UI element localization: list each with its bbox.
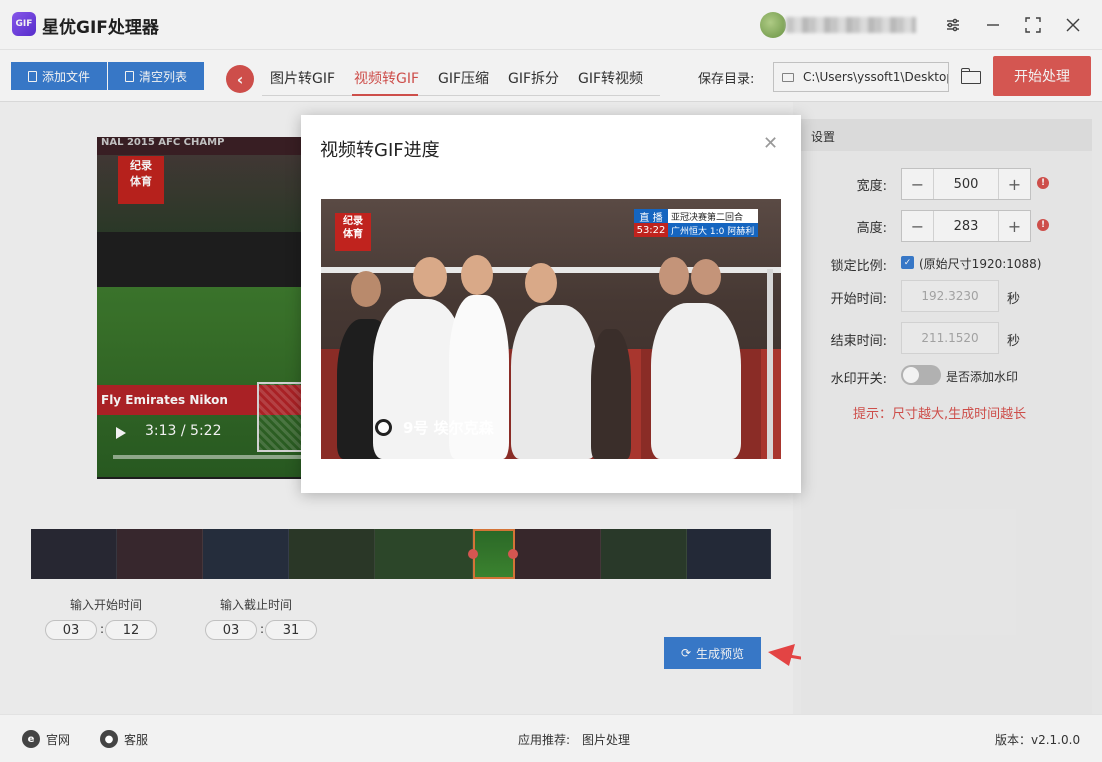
broadcaster-logo: 纪录 体育 (118, 156, 164, 204)
timeline-start-handle[interactable] (468, 549, 478, 559)
width-plus-button[interactable]: + (998, 169, 1030, 199)
website-icon[interactable]: e (22, 730, 40, 748)
gif-preview: 纪录 体育 直 播 53:22 亚冠决赛第二回合 广州恒大 1:0 阿赫利 9号… (321, 199, 781, 459)
dialog-close-icon[interactable]: ✕ (763, 133, 778, 154)
app-logo-icon: GIF (12, 12, 36, 36)
frame-timeline[interactable] (31, 529, 771, 579)
start-minute-input[interactable]: 03 (45, 620, 97, 640)
start-time-setting-label: 开始时间: (830, 292, 887, 307)
support-icon[interactable]: ● (100, 730, 118, 748)
lock-ratio-checkbox[interactable]: ✓ (901, 256, 914, 269)
height-warning-icon: ! (1037, 219, 1049, 231)
height-stepper[interactable]: − 283 + (901, 210, 1031, 242)
blurred-username (786, 17, 916, 33)
video-time: 3:13 / 5:22 (145, 423, 222, 439)
tab-video-to-gif[interactable]: 视频转GIF (354, 68, 419, 88)
settings-panel: 设置 宽度: − 500 + ! 高度: − 283 + ! 锁定比例: ✓ (… (801, 119, 1092, 714)
title-bar: GIF 星优GIF处理器 (0, 0, 1102, 50)
height-minus-button[interactable]: − (902, 211, 934, 241)
start-processing-button[interactable]: 开始处理 (993, 56, 1091, 96)
start-time-field[interactable]: 192.3230 (901, 280, 999, 312)
video-top-banner: NAL 2015 AFC CHAMP (97, 137, 317, 155)
add-file-button[interactable]: 添加文件 (11, 62, 107, 90)
video-player[interactable]: NAL 2015 AFC CHAMP Fly Emirates Nikon 纪录… (97, 137, 317, 479)
width-label: 宽度: (856, 179, 887, 194)
timeline-end-handle[interactable] (508, 549, 518, 559)
save-dir-value: C:\Users\yssoft1\Desktop (803, 70, 949, 84)
match-name: 亚冠决赛第二回合 (668, 209, 758, 223)
tab-gif-compress[interactable]: GIF压缩 (438, 68, 489, 88)
lock-ratio-label: 锁定比例: (830, 259, 887, 274)
refresh-icon: ⟳ (680, 646, 692, 660)
end-minute-input[interactable]: 03 (205, 620, 257, 640)
footer: e 官网 ● 客服 应用推荐: 图片处理 版本：v2.1.0.0 (0, 714, 1102, 762)
player-caption: 9号 埃尔克森 (403, 419, 494, 437)
tab-gif-to-video[interactable]: GIF转视频 (578, 68, 643, 88)
live-badge: 直 播 (634, 209, 668, 224)
tab-image-to-gif[interactable]: 图片转GIF (270, 68, 335, 88)
add-file-label: 添加文件 (41, 69, 90, 84)
website-link[interactable]: 官网 (46, 731, 70, 748)
clear-list-label: 清空列表 (138, 69, 187, 84)
dialog-title: 视频转GIF进度 (320, 140, 440, 161)
preview-broadcaster-logo: 纪录 体育 (335, 213, 371, 251)
back-arrow-icon[interactable]: ‹ (226, 65, 254, 93)
generate-preview-label: 生成预览 (696, 646, 745, 661)
folder-small-icon (782, 72, 794, 82)
match-result: 广州恒大 1:0 阿赫利 (668, 223, 758, 237)
height-plus-button[interactable]: + (998, 211, 1030, 241)
width-value[interactable]: 500 (934, 169, 998, 199)
mode-tabs: 图片转GIF 视频转GIF GIF压缩 GIF拆分 GIF转视频 (262, 60, 660, 96)
end-time-field[interactable]: 211.1520 (901, 322, 999, 354)
watermark-toggle[interactable] (901, 365, 941, 385)
play-icon[interactable] (116, 427, 126, 439)
generate-preview-button[interactable]: ⟳ 生成预览 (664, 637, 761, 669)
video-controls: 3:13 / 5:22 (97, 409, 317, 479)
end-time-setting-label: 结束时间: (830, 334, 887, 349)
match-clock: 53:22 (634, 223, 668, 237)
settings-header: 设置 (801, 119, 1092, 151)
trash-icon (124, 70, 134, 82)
start-time-label: 输入开始时间 (70, 598, 143, 612)
minimize-icon[interactable] (980, 12, 1006, 38)
browse-folder-icon[interactable] (961, 66, 983, 86)
save-dir-label: 保存目录: (698, 72, 755, 87)
version-text: 版本：v2.1.0.0 (995, 733, 1081, 747)
end-time-label: 输入截止时间 (220, 598, 293, 612)
file-icon (27, 70, 37, 82)
end-second-input[interactable]: 31 (265, 620, 317, 640)
start-second-input[interactable]: 12 (105, 620, 157, 640)
recommend-label: 应用推荐: (518, 733, 571, 747)
watermark-toggle-text: 是否添加水印 (946, 370, 1019, 384)
watermark-label: 水印开关: (830, 372, 887, 387)
width-warning-icon: ! (1037, 177, 1049, 189)
settings-sliders-icon[interactable] (940, 12, 966, 38)
start-time-unit: 秒 (1007, 292, 1021, 307)
save-dir-field[interactable]: C:\Users\yssoft1\Desktop (773, 62, 949, 92)
soccer-ball-icon (375, 419, 392, 436)
width-minus-button[interactable]: − (902, 169, 934, 199)
preview-scoreboard: 直 播 53:22 亚冠决赛第二回合 广州恒大 1:0 阿赫利 (634, 209, 758, 237)
user-account[interactable] (760, 12, 920, 38)
app-title: 星优GIF处理器 (42, 18, 159, 38)
clear-list-button[interactable]: 清空列表 (108, 62, 204, 90)
support-link[interactable]: 客服 (124, 731, 148, 748)
width-stepper[interactable]: − 500 + (901, 168, 1031, 200)
tab-gif-split[interactable]: GIF拆分 (508, 68, 559, 88)
height-label: 高度: (856, 221, 887, 236)
original-size-text: (原始尺寸1920:1088) (919, 257, 1042, 271)
height-value[interactable]: 283 (934, 211, 998, 241)
size-hint: 提示：尺寸越大,生成时间越长 (853, 407, 1027, 422)
active-tab-indicator (352, 94, 418, 96)
avatar (760, 12, 786, 38)
end-time-unit: 秒 (1007, 334, 1021, 349)
video-progress[interactable] (113, 455, 317, 459)
toolbar: 添加文件 清空列表 ‹ 图片转GIF 视频转GIF GIF压缩 GIF拆分 GI… (0, 50, 1102, 102)
maximize-icon[interactable] (1020, 12, 1046, 38)
close-icon[interactable] (1060, 12, 1086, 38)
progress-dialog: 视频转GIF进度 ✕ 纪录 体育 直 播 53:22 亚冠决赛第二回合 广州恒大… (301, 115, 801, 493)
recommend-link[interactable]: 图片处理 (582, 731, 630, 748)
